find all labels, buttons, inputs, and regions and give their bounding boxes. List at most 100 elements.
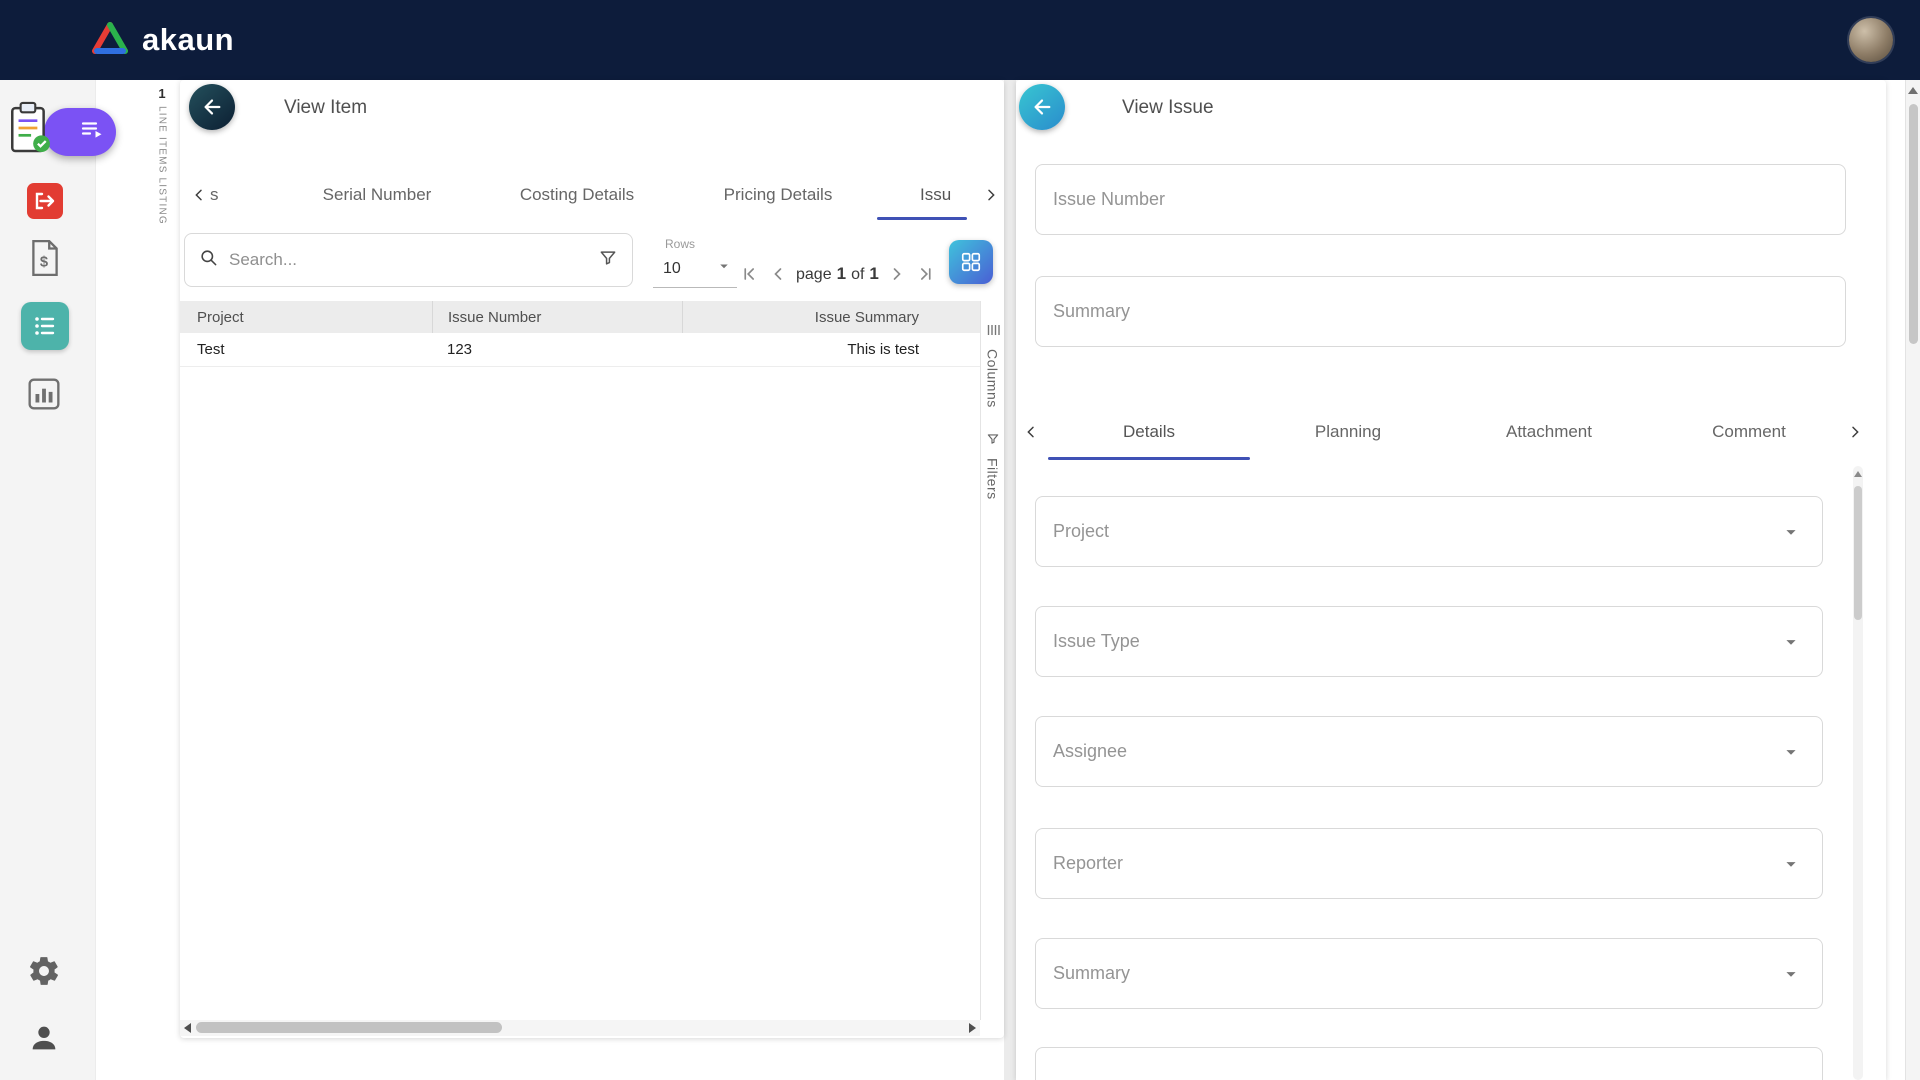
back-button-view-item[interactable] (189, 84, 235, 130)
panel-divider (1004, 80, 1016, 1080)
user-avatar[interactable] (1849, 18, 1893, 62)
chevron-down-icon (1780, 631, 1802, 653)
brand-name: akaun (142, 22, 235, 57)
reporter-dropdown[interactable]: Reporter (1035, 828, 1823, 899)
pagination: page 1 of 1 (738, 246, 937, 302)
back-button-view-issue[interactable] (1019, 84, 1065, 130)
tabs-scroll-left-icon[interactable] (186, 170, 212, 220)
form-scrollbar[interactable] (1853, 466, 1863, 1080)
clipboard-icon (6, 100, 52, 161)
listing-tab-index: 1 (158, 86, 166, 101)
issue-type-dropdown[interactable]: Issue Type (1035, 606, 1823, 677)
prev-page-icon[interactable] (767, 263, 789, 285)
app-root: akaun $ 1 LINE ITEMS LISTING View Item s… (0, 0, 1920, 1080)
table-side-divider (980, 301, 981, 1020)
columns-control[interactable]: Columns (981, 323, 1004, 408)
chevron-down-icon (1780, 853, 1802, 875)
active-tab-underline (1048, 457, 1250, 460)
support-person-icon[interactable] (27, 1021, 61, 1055)
horizontal-scrollbar-thumb[interactable] (196, 1022, 502, 1033)
next-page-icon[interactable] (886, 263, 908, 285)
page-current: 1 (836, 264, 847, 283)
playlist-badge[interactable] (44, 108, 116, 156)
first-page-icon[interactable] (738, 263, 760, 285)
chevron-down-icon (1780, 963, 1802, 985)
chevron-down-icon (1780, 741, 1802, 763)
column-header-issue-summary[interactable]: Issue Summary (682, 301, 980, 333)
tab-comment[interactable]: Comment (1649, 404, 1849, 460)
tab-attachment[interactable]: Attachment (1449, 404, 1649, 460)
tabs-scroll-right-icon[interactable] (978, 170, 1004, 220)
rows-label: Rows (665, 237, 696, 251)
project-dropdown[interactable]: Project (1035, 496, 1823, 567)
view-item-panel: View Item s Serial Number Costing Detail… (180, 80, 1004, 1038)
filters-funnel-icon (986, 432, 1000, 451)
summary-dropdown-label: Summary (1053, 963, 1131, 983)
tab-costing-details[interactable]: Costing Details (477, 170, 677, 220)
reporter-dropdown-label: Reporter (1053, 853, 1124, 873)
tab-planning[interactable]: Planning (1248, 404, 1448, 460)
page-scrollbar-thumb[interactable] (1909, 104, 1918, 344)
rows-per-page-select[interactable]: Rows 10 (653, 237, 737, 288)
assignee-dropdown-label: Assignee (1053, 741, 1128, 761)
sidebar-item-line-items-active[interactable] (21, 302, 69, 350)
horizontal-scrollbar[interactable] (180, 1020, 980, 1036)
page-scrollbar[interactable] (1905, 80, 1920, 1080)
issue-number-field[interactable]: Issue Number (1035, 164, 1846, 235)
project-dropdown-label: Project (1053, 521, 1110, 541)
tab-pricing-details[interactable]: Pricing Details (678, 170, 878, 220)
tab-details[interactable]: Details (1049, 404, 1249, 460)
assignee-dropdown[interactable]: Assignee (1035, 716, 1823, 787)
left-sidebar: $ (0, 80, 116, 1080)
tab-serial-number[interactable]: Serial Number (277, 170, 477, 220)
chevron-down-icon (1780, 521, 1802, 543)
filters-control[interactable]: Filters (981, 432, 1004, 500)
cell-project: Test (197, 341, 225, 358)
cell-issue-number: 123 (447, 341, 473, 358)
issue-tabs-scroll-right-icon[interactable] (1842, 404, 1868, 460)
search-box (184, 233, 633, 287)
scroll-left-arrow-icon[interactable] (184, 1023, 191, 1033)
columns-grip-icon (986, 323, 1000, 342)
column-header-issue-number[interactable]: Issue Number (432, 301, 682, 333)
playlist-icon (81, 120, 103, 144)
columns-label: Columns (984, 349, 1001, 408)
brand-logo[interactable]: akaun (90, 21, 234, 60)
line-items-listing-tab[interactable]: 1 LINE ITEMS LISTING (150, 86, 174, 225)
page-indicator: page 1 of 1 (796, 264, 879, 284)
page-of-word: of (851, 266, 865, 283)
grid-view-button[interactable] (949, 240, 993, 284)
issue-number-field-label: Issue Number (1053, 189, 1166, 209)
search-input[interactable] (227, 249, 598, 271)
view-issue-panel: View Issue Issue Number Summary Details … (1016, 80, 1886, 1080)
settings-gear-icon[interactable] (27, 954, 61, 988)
description-field[interactable]: Description (1035, 1047, 1823, 1080)
filters-label: Filters (984, 458, 1001, 500)
page-total: 1 (869, 264, 879, 283)
search-filter-icon[interactable] (598, 248, 618, 273)
billing-document-icon[interactable]: $ (29, 239, 61, 277)
page-title-view-issue: View Issue (1122, 97, 1214, 118)
column-header-project[interactable]: Project (180, 301, 432, 333)
tab-items-clipped[interactable]: s (210, 170, 234, 220)
issue-type-dropdown-label: Issue Type (1053, 631, 1140, 651)
top-navbar: akaun (0, 0, 1920, 80)
table-row[interactable]: Test 123 This is test (180, 333, 980, 367)
page-scroll-up-arrow-icon[interactable] (1908, 87, 1918, 94)
summary-field[interactable]: Summary (1035, 276, 1846, 347)
issues-table-header: Project Issue Number Issue Summary (180, 301, 980, 333)
issue-tabs-scroll-left-icon[interactable] (1018, 404, 1044, 460)
analytics-icon[interactable] (27, 377, 61, 411)
summary-dropdown[interactable]: Summary (1035, 938, 1823, 1009)
rows-caret-down-icon (715, 257, 733, 280)
rows-value: 10 (663, 259, 681, 277)
issue-tabs: Details Planning Attachment Comment (1016, 404, 1886, 460)
item-tabs: s Serial Number Costing Details Pricing … (180, 170, 1004, 220)
export-app-icon[interactable] (27, 183, 63, 219)
form-scrollbar-thumb[interactable] (1854, 486, 1862, 620)
line-items-fab[interactable] (0, 100, 120, 162)
scroll-right-arrow-icon[interactable] (969, 1023, 976, 1033)
tab-issues-clipped[interactable]: Issu (920, 170, 980, 220)
last-page-icon[interactable] (915, 263, 937, 285)
scroll-up-arrow-icon[interactable] (1854, 471, 1862, 477)
